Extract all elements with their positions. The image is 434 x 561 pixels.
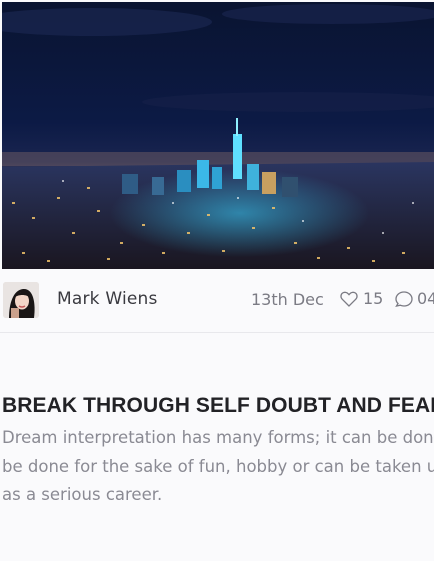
likes-counter[interactable]: 15 [340,289,383,308]
comments-counter[interactable]: 04 [395,289,434,308]
comments-count: 04 [417,289,434,308]
city-skyline-illustration [2,2,434,269]
heart-icon [340,291,358,307]
post-date: 13th Dec [251,290,324,309]
blog-post-card: Mark Wiens 13th Dec 15 04 BREAK THROUGH … [0,0,434,561]
comment-icon [395,290,413,307]
author-name[interactable]: Mark Wiens [57,289,158,309]
likes-count: 15 [363,289,384,308]
post-excerpt: Dream interpretation has many forms; it … [2,428,434,504]
post-meta-row: Mark Wiens 13th Dec 15 04 [0,270,434,333]
post-title[interactable]: BREAK THROUGH SELF DOUBT AND FEAR [2,394,434,418]
avatar-portrait [3,282,39,318]
post-hero-image[interactable] [2,2,434,269]
author-avatar[interactable] [3,282,39,318]
